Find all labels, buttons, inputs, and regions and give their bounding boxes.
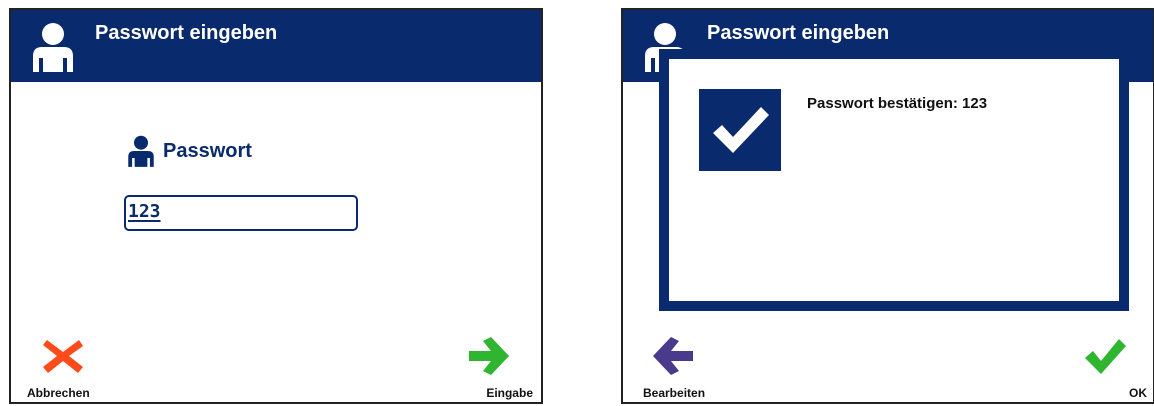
password-entry-screen: Passwort eingeben Passwort 123 Abbrechen…: [9, 8, 543, 404]
edit-arrow-left-icon[interactable]: [651, 336, 695, 376]
page-title: Passwort eingeben: [707, 22, 890, 44]
ok-check-icon[interactable]: [1083, 336, 1127, 376]
confirm-dialog: Passwort bestätigen: 123: [659, 49, 1129, 311]
ok-button[interactable]: OK: [1129, 386, 1147, 400]
cancel-x-icon[interactable]: [41, 336, 85, 376]
enter-arrow-icon[interactable]: [467, 336, 511, 376]
checkmark-badge: [699, 89, 781, 171]
confirm-message: Passwort bestätigen: 123: [807, 95, 988, 112]
user-icon: [33, 23, 73, 72]
enter-button[interactable]: Eingabe: [486, 386, 533, 400]
password-input[interactable]: 123: [124, 195, 358, 231]
edit-button[interactable]: Bearbeiten: [643, 386, 705, 400]
password-label: Passwort: [163, 139, 252, 162]
password-confirm-screen: Passwort eingeben Passwort bestätigen: 1…: [621, 8, 1154, 404]
user-icon: [128, 135, 154, 167]
password-label-row: Passwort: [127, 135, 252, 167]
cancel-button[interactable]: Abbrechen: [27, 386, 90, 400]
header-bar: Passwort eingeben: [11, 10, 541, 82]
password-value: 123: [128, 201, 161, 222]
checkmark-icon: [713, 107, 769, 153]
page-title: Passwort eingeben: [95, 22, 278, 44]
